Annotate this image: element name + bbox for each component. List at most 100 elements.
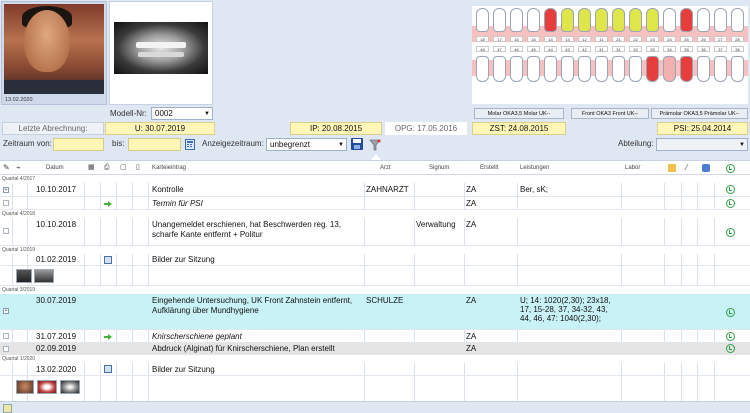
image-icon[interactable] xyxy=(104,365,112,373)
status-check-icon[interactable] xyxy=(726,185,735,194)
tooth-36[interactable] xyxy=(697,56,710,82)
tooth-41[interactable] xyxy=(595,56,608,82)
tooth-number-16: 16 xyxy=(510,36,523,42)
molar-button[interactable]: Molar OKA3,5 Molar UK-- xyxy=(474,108,564,119)
summary-opg[interactable]: OPG: 17.05.2016 xyxy=(385,122,467,135)
xray-thumbnail[interactable] xyxy=(109,1,213,105)
table-row[interactable]: 02.09.2019 Abdruck (Alginat) für Knirsch… xyxy=(0,343,750,355)
status-check-icon[interactable] xyxy=(726,308,735,317)
session-photo-thumbnail[interactable] xyxy=(34,269,54,283)
patient-photo-frame[interactable]: 13.02.2020 xyxy=(1,1,107,105)
image-icon[interactable] xyxy=(104,256,112,264)
tooth-46[interactable] xyxy=(510,56,523,82)
tooth-43[interactable] xyxy=(561,56,574,82)
refresh-icon[interactable] xyxy=(726,164,735,173)
session-photo-thumbnail[interactable] xyxy=(60,380,80,394)
tooth-25[interactable] xyxy=(680,8,693,32)
table-row[interactable]: 13.02.2020 Bilder zur Sitzung xyxy=(0,363,750,376)
calendar-icon[interactable] xyxy=(185,139,195,150)
row-checkbox[interactable] xyxy=(3,200,9,206)
summary-psi[interactable]: PSI: 25.04.2014 xyxy=(657,122,748,135)
premolar-button[interactable]: Prämolar OKA3,5 Prämolar UK-- xyxy=(651,108,748,119)
col-lab[interactable]: Labor xyxy=(625,161,640,175)
tooth-17[interactable] xyxy=(493,8,506,32)
table-row[interactable]: Termin für PSI ZA xyxy=(0,197,750,210)
tooth-number-36: 36 xyxy=(697,46,710,52)
tooth-35[interactable] xyxy=(680,56,693,82)
tooth-37[interactable] xyxy=(714,56,727,82)
col-services[interactable]: Leistungen xyxy=(520,161,549,175)
row-checkbox[interactable] xyxy=(3,333,9,339)
tooth-38[interactable] xyxy=(731,56,744,82)
edit-column-icon[interactable]: ✎ xyxy=(3,161,10,175)
session-photo-thumbnail[interactable] xyxy=(37,380,57,394)
col-signum[interactable]: Signum xyxy=(429,161,449,175)
tooth-number-14: 14 xyxy=(544,36,557,42)
expand-icon[interactable]: + xyxy=(3,308,9,314)
status-check-icon[interactable] xyxy=(726,199,735,208)
table-row[interactable]: 01.02.2019 Bilder zur Sitzung xyxy=(0,254,750,266)
summary-zst[interactable]: ZST: 24.08.2015 xyxy=(472,122,566,135)
table-row[interactable]: 10.10.2018 Unangemeldet erschienen, hat … xyxy=(0,218,750,246)
table-row[interactable]: + 10.10.2017 Kontrolle ZAHNARZT ZA Ber, … xyxy=(0,183,750,197)
row-services-line2: 17, 15-28, 37, 34-32, 43, xyxy=(520,305,608,314)
edit-footer-icon[interactable] xyxy=(3,404,12,413)
tooth-number-33: 33 xyxy=(646,46,659,52)
tooth-34[interactable] xyxy=(663,56,676,82)
summary-ip[interactable]: IP: 20.08.2015 xyxy=(290,122,382,135)
tooth-47[interactable] xyxy=(493,56,506,82)
tooth-22[interactable] xyxy=(629,8,642,32)
expand-icon[interactable]: + xyxy=(3,187,9,193)
tooth-18[interactable] xyxy=(476,8,489,32)
status-check-icon[interactable] xyxy=(726,332,735,341)
tooth-13[interactable] xyxy=(561,8,574,32)
period-from-input[interactable] xyxy=(53,138,104,151)
tooth-31[interactable] xyxy=(612,56,625,82)
tooth-number-11: 11 xyxy=(595,36,608,42)
status-check-icon[interactable] xyxy=(726,344,735,353)
tooth-26[interactable] xyxy=(697,8,710,32)
tooth-16[interactable] xyxy=(510,8,523,32)
filter-icon[interactable] xyxy=(369,139,381,151)
tooth-44[interactable] xyxy=(544,56,557,82)
tooth-12[interactable] xyxy=(578,8,591,32)
department-select[interactable]: ▼ xyxy=(656,138,748,151)
period-to-input[interactable] xyxy=(128,138,181,151)
tooth-14[interactable] xyxy=(544,8,557,32)
tooth-48[interactable] xyxy=(476,56,489,82)
model-number-select[interactable]: 0002 ▼ xyxy=(151,107,213,120)
col-created[interactable]: Erstellt xyxy=(480,161,498,175)
status-check-icon[interactable] xyxy=(726,228,735,237)
row-checkbox[interactable] xyxy=(3,346,9,352)
tooth-chart[interactable]: 18 17 16 15 14 13 12 11 21 22 23 24 25 26 27 28 48 47 46 4… xyxy=(472,6,748,104)
display-period-select[interactable]: unbegrenzt ▼ xyxy=(266,138,347,151)
tooth-32[interactable] xyxy=(629,56,642,82)
row-entry-line2: Aufklärung über Mundhygiene xyxy=(152,306,259,315)
row-created: ZA xyxy=(466,332,477,341)
tooth-42[interactable] xyxy=(578,56,591,82)
tooth-23[interactable] xyxy=(646,8,659,32)
table-row-selected[interactable]: + 30.07.2019 Eingehende Untersuchung, UK… xyxy=(0,294,750,330)
save-icon[interactable] xyxy=(351,138,363,150)
front-button[interactable]: Front OKA3 Front UK-- xyxy=(571,108,649,119)
tooth-27[interactable] xyxy=(714,8,727,32)
tooth-28[interactable] xyxy=(731,8,744,32)
tooth-number-18: 18 xyxy=(476,36,489,42)
row-date: 10.10.2018 xyxy=(36,220,77,229)
row-checkbox[interactable] xyxy=(3,228,9,234)
tooth-number-43: 43 xyxy=(561,46,574,52)
tooth-33[interactable] xyxy=(646,56,659,82)
col-doctor[interactable]: Arzt xyxy=(380,161,391,175)
tooth-11[interactable] xyxy=(595,8,608,32)
session-photo-thumbnail[interactable] xyxy=(16,269,32,283)
col-date[interactable]: Datum xyxy=(46,161,64,175)
tooth-45[interactable] xyxy=(527,56,540,82)
attach-column-icon[interactable]: ⌁ xyxy=(16,161,21,175)
tooth-24[interactable] xyxy=(663,8,676,32)
summary-u[interactable]: U: 30.07.2019 xyxy=(105,122,215,135)
table-row[interactable]: 31.07.2019 Knirscherschiene geplant ZA xyxy=(0,330,750,343)
col-entry[interactable]: Karteieintrag xyxy=(152,161,186,175)
session-photo-thumbnail[interactable] xyxy=(16,380,34,394)
tooth-15[interactable] xyxy=(527,8,540,32)
tooth-21[interactable] xyxy=(612,8,625,32)
